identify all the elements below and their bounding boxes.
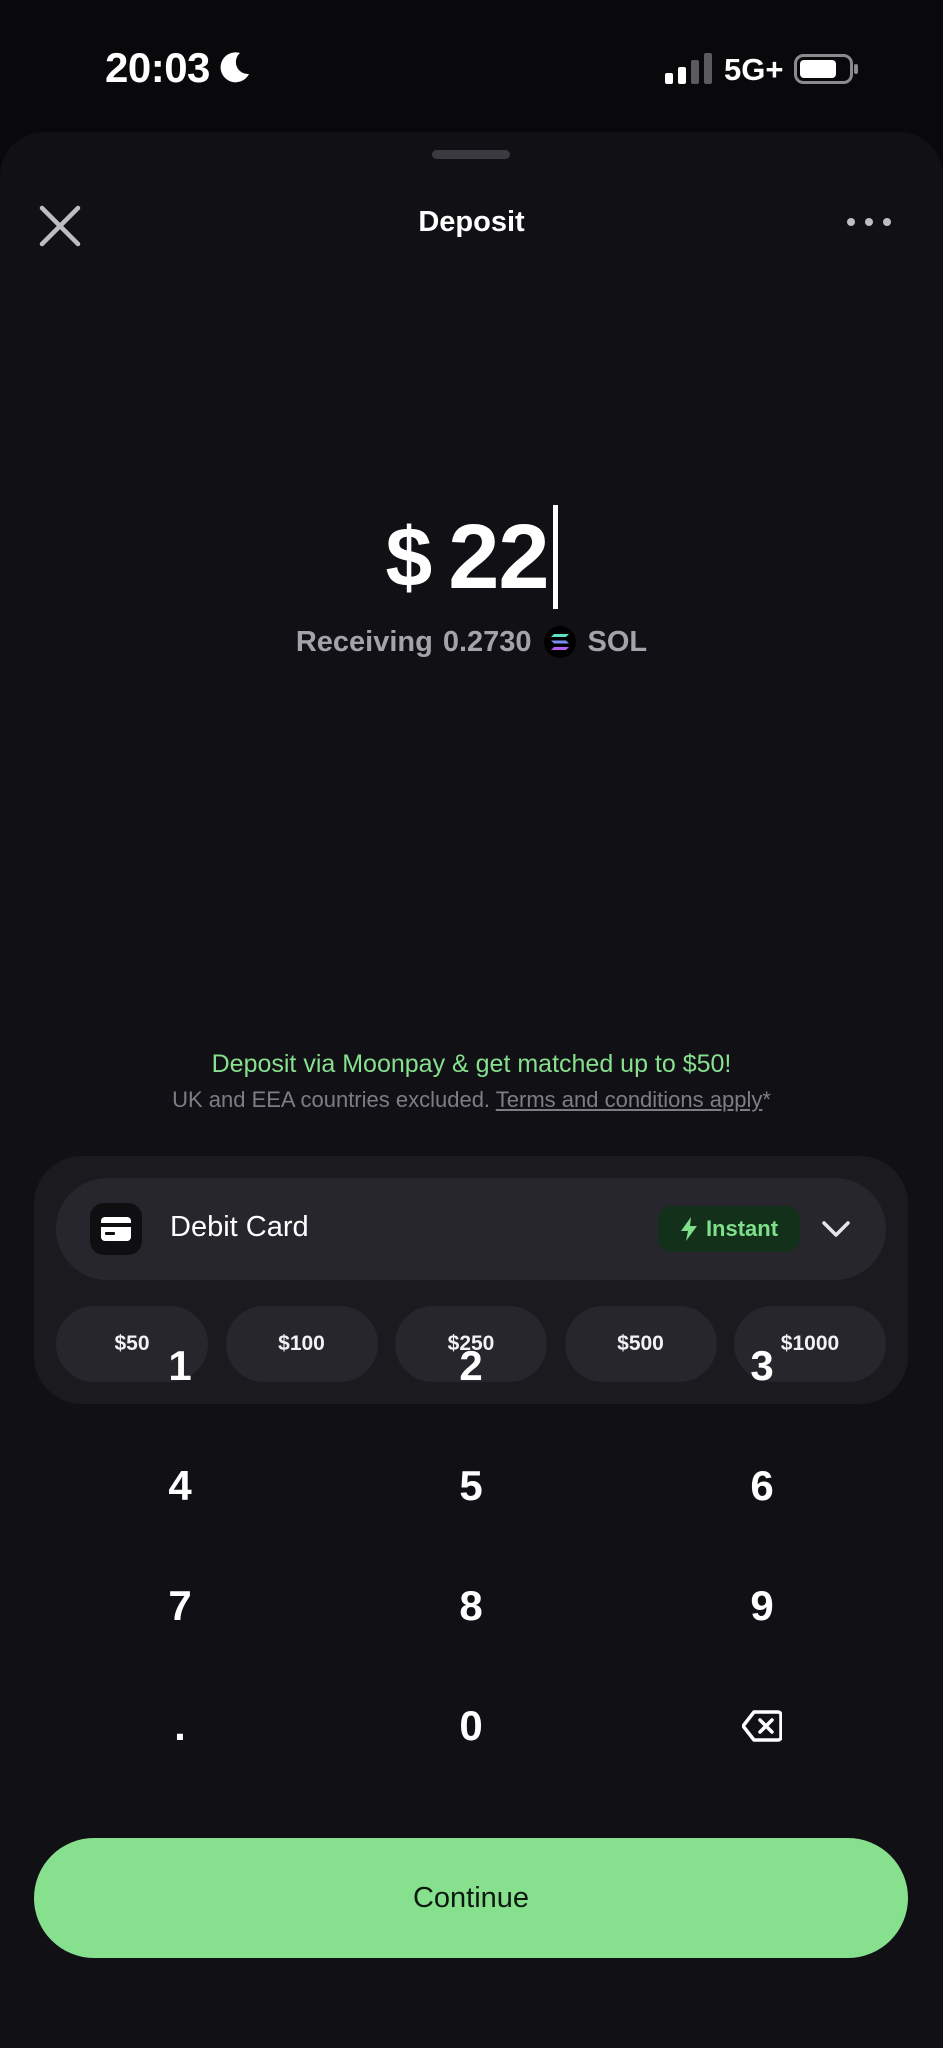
promo-exclusion: UK and EEA countries excluded. bbox=[172, 1087, 491, 1112]
key-0[interactable]: 0 bbox=[326, 1676, 616, 1776]
terms-asterisk: * bbox=[762, 1087, 771, 1112]
key-3[interactable]: 3 bbox=[617, 1316, 907, 1416]
credit-card-icon bbox=[90, 1203, 142, 1255]
receiving-token: SOL bbox=[587, 625, 648, 658]
key-decimal[interactable]: . bbox=[35, 1676, 325, 1776]
text-caret bbox=[552, 505, 558, 609]
more-options-icon[interactable] bbox=[846, 212, 892, 232]
lightning-icon bbox=[680, 1217, 697, 1241]
terms-link[interactable]: Terms and conditions apply bbox=[496, 1087, 763, 1112]
key-9[interactable]: 9 bbox=[617, 1556, 907, 1656]
backspace-key[interactable] bbox=[617, 1676, 907, 1776]
amount-value: 22 bbox=[448, 505, 549, 608]
solana-icon bbox=[543, 626, 576, 658]
key-4[interactable]: 4 bbox=[35, 1436, 325, 1536]
key-2[interactable]: 2 bbox=[326, 1316, 616, 1416]
receiving-label: Receiving bbox=[295, 625, 433, 658]
instant-badge: Instant bbox=[658, 1206, 800, 1252]
promo-headline: Deposit via Moonpay & get matched up to … bbox=[211, 1050, 732, 1078]
key-6[interactable]: 6 bbox=[617, 1436, 907, 1536]
moon-icon bbox=[220, 52, 249, 83]
battery-icon bbox=[794, 54, 858, 84]
backspace-icon bbox=[742, 1710, 782, 1742]
chevron-down-icon[interactable] bbox=[821, 1215, 851, 1243]
sheet-grabber[interactable] bbox=[432, 150, 510, 159]
network-label: 5G+ bbox=[724, 52, 784, 87]
receiving-row: Receiving 0.2730 SOL bbox=[0, 620, 943, 664]
page-title: Deposit bbox=[418, 206, 525, 238]
signal-icon bbox=[665, 53, 712, 84]
receiving-amount: 0.2730 bbox=[442, 625, 532, 658]
currency-symbol: $ bbox=[385, 509, 433, 604]
instant-label: Instant bbox=[705, 1216, 779, 1241]
promo-note: UK and EEA countries excluded. Terms and… bbox=[0, 1087, 943, 1113]
payment-method-selector[interactable]: Debit Card Instant bbox=[56, 1178, 886, 1280]
numeric-keypad: 1 2 3 4 5 6 7 8 9 . 0 bbox=[0, 1316, 943, 1796]
continue-button[interactable]: Continue bbox=[34, 1838, 908, 1958]
key-1[interactable]: 1 bbox=[35, 1316, 325, 1416]
key-7[interactable]: 7 bbox=[35, 1556, 325, 1656]
status-bar: 20:03 5G+ bbox=[0, 0, 943, 130]
key-8[interactable]: 8 bbox=[326, 1556, 616, 1656]
amount-display[interactable]: $ 22 bbox=[0, 497, 943, 617]
key-5[interactable]: 5 bbox=[326, 1436, 616, 1536]
payment-method-label: Debit Card bbox=[170, 1211, 309, 1243]
status-time: 20:03 bbox=[105, 44, 210, 91]
